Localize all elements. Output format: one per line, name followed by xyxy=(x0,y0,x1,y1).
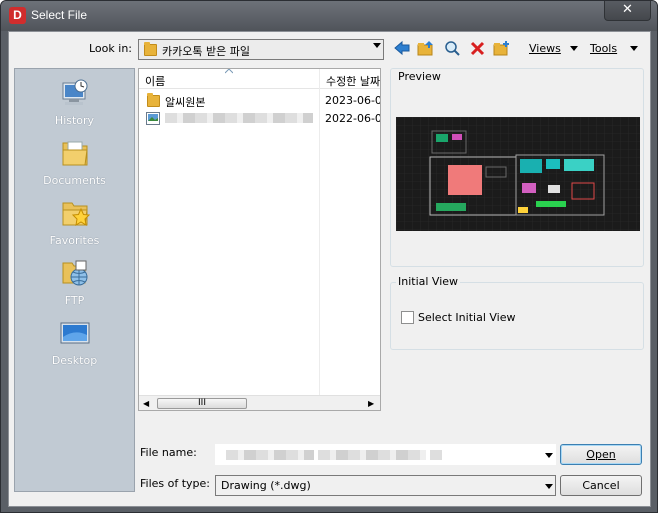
new-folder-icon xyxy=(493,41,509,56)
title-bar[interactable]: D Select File ✕ xyxy=(1,1,657,31)
search-web-button[interactable] xyxy=(444,40,462,57)
delete-button[interactable] xyxy=(469,40,487,57)
list-item[interactable]: 알씨원본 2023-06-0 xyxy=(139,91,381,109)
place-ftp[interactable]: FTP xyxy=(15,253,134,311)
up-folder-button[interactable] xyxy=(417,40,435,57)
select-initial-view-checkbox[interactable] xyxy=(401,311,414,324)
place-favorites[interactable]: Favorites xyxy=(15,193,134,251)
place-label: Desktop xyxy=(51,354,98,367)
window-title: Select File xyxy=(31,8,88,22)
open-label: Open xyxy=(586,448,616,461)
sort-ascending-icon xyxy=(225,69,233,74)
look-in-value: 카카오톡 받은 파일 xyxy=(162,45,250,58)
desktop-icon xyxy=(60,322,90,344)
place-label: History xyxy=(54,114,95,127)
file-name-input[interactable] xyxy=(215,444,556,465)
place-label: Favorites xyxy=(49,234,100,247)
views-chevron-down-icon[interactable] xyxy=(570,46,578,51)
search-icon xyxy=(445,41,460,56)
places-bar: History Documents Favorites FTP Desktop xyxy=(14,68,135,492)
chevron-down-icon xyxy=(373,43,381,48)
file-date: 2023-06-0 xyxy=(325,94,381,107)
delete-icon xyxy=(470,41,485,56)
files-of-type-label: Files of type: xyxy=(140,477,211,490)
redacted-file-name xyxy=(165,113,313,123)
initial-view-label: Initial View xyxy=(396,275,461,288)
redacted-file-name xyxy=(318,450,426,460)
select-initial-view-label[interactable]: Select Initial View xyxy=(418,311,515,324)
place-history[interactable]: History xyxy=(15,73,134,131)
favorites-icon xyxy=(62,202,91,226)
cancel-label: Cancel xyxy=(582,479,620,492)
close-button[interactable]: ✕ xyxy=(604,1,651,21)
horizontal-scrollbar[interactable]: ◀ III ▶ xyxy=(139,395,380,410)
scroll-right-icon[interactable]: ▶ xyxy=(368,399,374,408)
drawing-preview-image xyxy=(396,117,640,231)
select-file-dialog: D Select File ✕ Look in: 카카오톡 받은 파일 View… xyxy=(0,0,658,513)
scroll-left-icon[interactable]: ◀ xyxy=(143,399,149,408)
cancel-button[interactable]: Cancel xyxy=(560,475,642,496)
column-header-label: 수정한 날짜 xyxy=(326,75,381,88)
look-in-dropdown[interactable]: 카카오톡 받은 파일 xyxy=(138,39,384,60)
scroll-thumb[interactable]: III xyxy=(157,398,247,409)
history-icon xyxy=(62,79,88,105)
column-header-name[interactable]: 이름 xyxy=(139,69,319,89)
place-label: Documents xyxy=(43,174,106,187)
place-documents[interactable]: Documents xyxy=(15,133,134,191)
file-name: 알씨원본 xyxy=(165,96,206,109)
image-file-icon xyxy=(146,112,160,125)
chevron-down-icon xyxy=(545,484,553,489)
list-item[interactable]: 2022-06-0 xyxy=(139,109,381,127)
dialog-body: Look in: 카카오톡 받은 파일 Views Tools History … xyxy=(8,31,651,507)
new-folder-button[interactable] xyxy=(493,40,511,57)
folder-icon xyxy=(147,93,160,107)
redacted-file-name xyxy=(430,450,442,460)
files-of-type-dropdown[interactable]: Drawing (*.dwg) xyxy=(215,475,556,496)
open-button[interactable]: Open xyxy=(560,444,642,465)
file-date: 2022-06-0 xyxy=(325,112,381,125)
up-folder-icon xyxy=(417,41,433,56)
tools-chevron-down-icon[interactable] xyxy=(630,46,638,51)
tools-menu[interactable]: Tools xyxy=(590,42,617,55)
chevron-down-icon[interactable] xyxy=(545,453,553,458)
place-desktop[interactable]: Desktop xyxy=(15,313,134,371)
redacted-file-name xyxy=(226,450,314,460)
look-in-label: Look in: xyxy=(89,42,132,55)
file-list[interactable]: 이름 수정한 날짜 알씨원본 2023-06-0 2022-06-0 ◀ III… xyxy=(138,68,381,411)
back-button[interactable] xyxy=(393,40,411,57)
app-logo-icon: D xyxy=(9,7,26,24)
folder-icon xyxy=(144,42,157,56)
preview-label: Preview xyxy=(396,70,443,83)
place-label: FTP xyxy=(64,294,85,307)
column-header-label: 이름 xyxy=(145,75,166,88)
files-of-type-value: Drawing (*.dwg) xyxy=(221,479,311,492)
file-name-label: File name: xyxy=(140,446,197,459)
back-arrow-icon xyxy=(394,40,410,56)
views-menu[interactable]: Views xyxy=(529,42,561,55)
documents-icon xyxy=(62,141,88,166)
ftp-icon xyxy=(62,260,88,286)
column-header-date[interactable]: 수정한 날짜 xyxy=(320,69,381,89)
